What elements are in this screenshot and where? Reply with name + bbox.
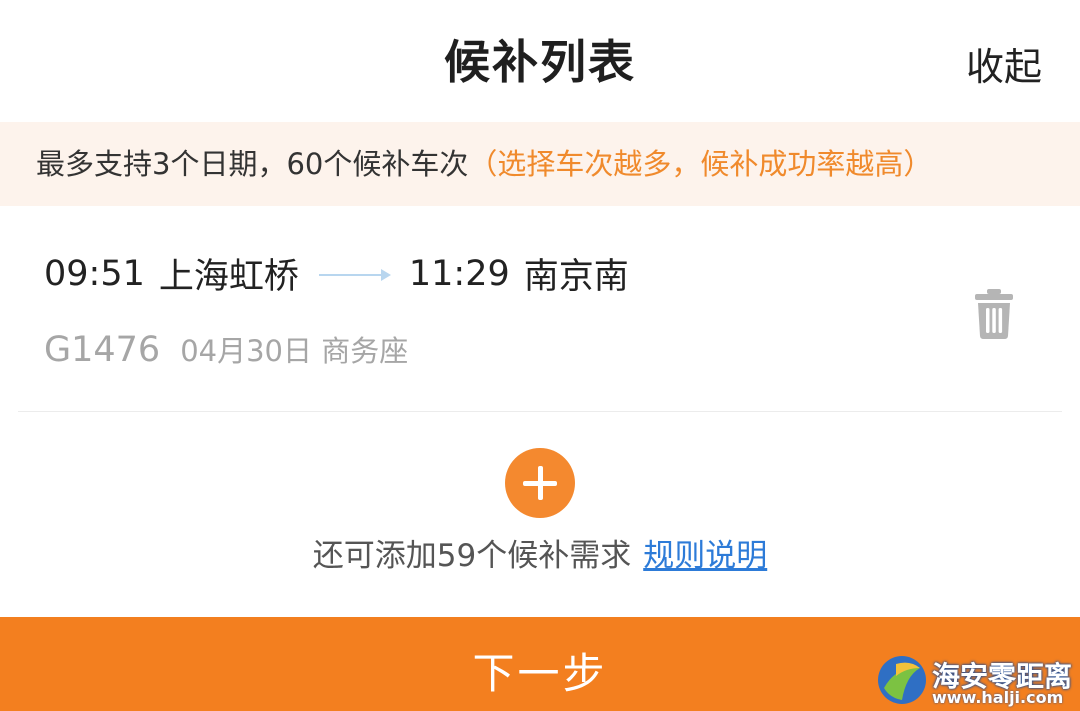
trash-icon[interactable] xyxy=(973,288,1015,340)
depart-time: 09:51 xyxy=(44,253,145,294)
watermark: 海安零距离 www.halji.com xyxy=(876,652,1076,708)
watermark-url: www.halji.com xyxy=(932,688,1064,707)
arrive-station: 南京南 xyxy=(523,257,629,297)
plus-icon[interactable] xyxy=(505,448,575,518)
notice-banner: 最多支持3个日期，60个候补车次（选择车次越多，候补成功率越高） xyxy=(0,122,1080,206)
collapse-button[interactable]: 收起 xyxy=(966,36,1042,91)
divider xyxy=(18,411,1062,412)
train-number: G1476 xyxy=(44,330,161,370)
trip-meta: G1476 04月30日 商务座 xyxy=(44,328,408,370)
trip-route: 09:51 上海虹桥 11:29 南京南 xyxy=(44,248,629,299)
rules-link[interactable]: 规则说明 xyxy=(643,538,767,574)
page: 候补列表 收起 最多支持3个日期，60个候补车次（选择车次越多，候补成功率越高）… xyxy=(0,0,1080,711)
notice-hint-text: （选择车次越多，候补成功率越高） xyxy=(468,147,933,181)
waitlist-trip-item: 09:51 上海虹桥 11:29 南京南 G1476 04月30日 商务座 xyxy=(0,206,1080,411)
trip-date: 04月30日 xyxy=(180,334,313,368)
page-title: 候补列表 xyxy=(444,35,636,89)
arrow-right-icon xyxy=(318,264,391,284)
arrive-time: 11:29 xyxy=(408,253,510,294)
watermark-logo-icon xyxy=(878,656,926,704)
depart-station: 上海虹桥 xyxy=(158,257,299,297)
header: 候补列表 收起 xyxy=(0,0,1080,122)
seat-class: 商务座 xyxy=(321,334,409,368)
remaining-text: 还可添加59个候补需求 xyxy=(312,538,632,574)
notice-main-text: 最多支持3个日期，60个候补车次 xyxy=(36,147,469,181)
add-remaining-line: 还可添加59个候补需求 规则说明 xyxy=(0,530,1080,575)
